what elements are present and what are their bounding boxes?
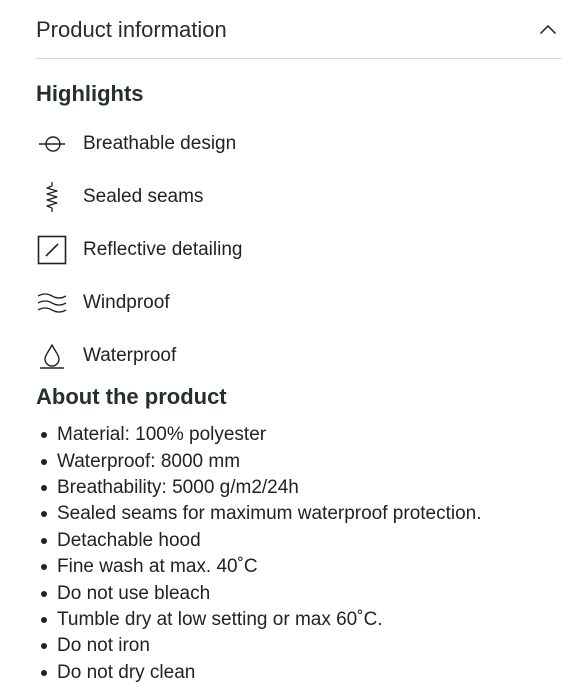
product-information-panel: Product information Highlights Breathabl… (0, 0, 588, 699)
bullet (41, 590, 47, 597)
highlight-item: Windproof (36, 276, 536, 329)
wind-icon (36, 285, 68, 321)
list-item: Breathability: 5000 g/m2/24h (36, 475, 566, 501)
reflective-icon (36, 232, 68, 268)
list-item-text: Tumble dry at low setting or max 60˚C. (57, 608, 383, 630)
highlight-item: Breathable design (36, 117, 536, 170)
highlight-item: Sealed seams (36, 170, 536, 223)
bullet (41, 643, 47, 650)
list-item: Material: 100% polyester (36, 422, 566, 448)
list-item-text: Fine wash at max. 40˚C (57, 556, 258, 578)
product-information-toggle[interactable]: Product information (36, 0, 562, 59)
list-item-text: Detachable hood (57, 529, 201, 551)
highlights-list: Breathable design Sealed seams Reflectiv… (36, 117, 536, 382)
sealed-seams-icon (36, 179, 68, 215)
list-item-text: Sealed seams for maximum waterproof prot… (57, 503, 482, 525)
water-drop-icon (36, 338, 68, 374)
list-item-text: Breathability: 5000 g/m2/24h (57, 476, 299, 498)
list-item: Fine wash at max. 40˚C (36, 554, 566, 580)
bullet (41, 484, 47, 491)
highlight-label: Windproof (83, 291, 170, 313)
bullet (41, 537, 47, 544)
highlights-heading: Highlights (36, 81, 144, 106)
bullet (41, 669, 47, 676)
highlight-label: Reflective detailing (83, 238, 243, 260)
bullet (41, 458, 47, 465)
list-item-text: Do not iron (57, 635, 150, 657)
list-item-text: Do not dry clean (57, 661, 196, 683)
chevron-up-icon[interactable] (536, 17, 560, 41)
about-product-heading: About the product (36, 384, 227, 409)
highlight-item: Waterproof (36, 329, 536, 382)
highlight-item: Reflective detailing (36, 223, 536, 276)
bullet (41, 564, 47, 571)
list-item-text: Do not use bleach (57, 582, 211, 604)
list-item: Do not iron (36, 633, 566, 659)
highlight-label: Breathable design (83, 132, 237, 154)
bullet (41, 616, 47, 623)
bullet (41, 511, 47, 518)
product-information-title: Product information (36, 17, 227, 42)
list-item: Sealed seams for maximum waterproof prot… (36, 501, 566, 527)
list-item: Do not dry clean (36, 660, 566, 686)
list-item: Detachable hood (36, 528, 566, 554)
about-product-list: Material: 100% polyester Waterproof: 800… (36, 422, 566, 686)
highlight-label: Waterproof (83, 344, 177, 366)
bullet (41, 432, 47, 439)
list-item-text: Material: 100% polyester (57, 424, 267, 446)
highlight-label: Sealed seams (83, 185, 204, 207)
list-item: Waterproof: 8000 mm (36, 448, 566, 474)
list-item: Do not use bleach (36, 580, 566, 606)
breathable-icon (36, 126, 68, 162)
list-item: Tumble dry at low setting or max 60˚C. (36, 607, 566, 633)
list-item-text: Waterproof: 8000 mm (57, 450, 241, 472)
